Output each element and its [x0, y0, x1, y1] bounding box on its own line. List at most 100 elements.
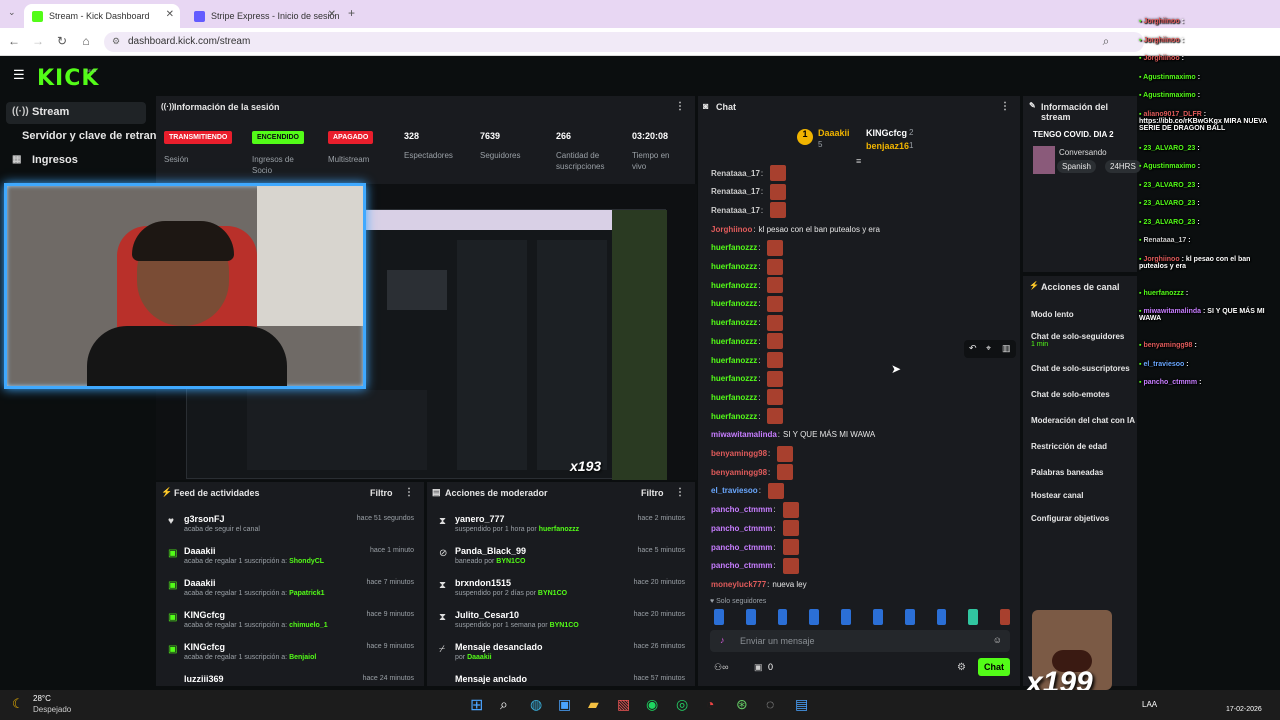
channel-action-item[interactable]: Chat de solo-suscriptores [1031, 364, 1137, 373]
chat-username[interactable]: miwawitamalinda [711, 430, 777, 439]
emote-icon[interactable] [936, 609, 947, 625]
site-info-icon[interactable]: ⚙ [112, 36, 120, 47]
channel-action-item[interactable]: Restricción de edad [1031, 442, 1137, 451]
chat-username[interactable]: huerfanozzz [711, 299, 757, 308]
tab-kick-dashboard[interactable]: Stream - Kick Dashboard ✕ [24, 4, 180, 28]
expand-icon[interactable]: ≡ [856, 156, 861, 166]
emote-icon[interactable] [745, 609, 756, 625]
emote-icon[interactable] [777, 609, 788, 625]
filter-button[interactable]: Filtro [641, 488, 664, 498]
channel-action-item[interactable]: Configurar objetivos [1031, 514, 1137, 523]
feed-user[interactable]: Daaakii [184, 578, 216, 588]
chrome-icon[interactable]: ◔ [706, 696, 714, 712]
channel-action-item[interactable]: Palabras baneadas [1031, 468, 1137, 477]
chat-username[interactable]: Renataaa_17 [711, 187, 760, 196]
weather-temp[interactable]: 28°C [33, 694, 51, 703]
chat-username[interactable]: moneyluck777 [711, 580, 766, 589]
taskbar-date[interactable]: 17-02-2026 [1226, 706, 1262, 713]
close-tab-icon[interactable]: ✕ [328, 9, 336, 20]
feed-user[interactable]: KINGcfcg [184, 610, 225, 620]
gift-icon[interactable]: ▣ [754, 662, 763, 673]
chat-username[interactable]: huerfanozzz [711, 318, 757, 327]
mod-target-user[interactable]: Panda_Black_99 [455, 546, 526, 556]
send-chat-button[interactable]: Chat [978, 658, 1010, 676]
chat-username[interactable]: huerfanozzz [711, 393, 757, 402]
edge-icon[interactable]: ◍ [530, 696, 542, 713]
spotify-icon[interactable]: ◉ [646, 696, 658, 713]
chat-username[interactable]: benyamingg98 [711, 468, 767, 477]
close-tab-icon[interactable]: ✕ [166, 9, 174, 20]
chat-username[interactable]: huerfanozzz [711, 374, 757, 383]
chat-username[interactable]: huerfanozzz [711, 412, 757, 421]
tab-list-chevron-icon[interactable]: ⌄ [8, 7, 16, 18]
top-gifter-name[interactable]: benjaaz16 [866, 141, 909, 151]
emote-icon[interactable] [841, 609, 851, 625]
more-options-icon[interactable]: ⋮ [675, 101, 685, 112]
sidebar-item-stream[interactable]: ((·)) Stream [6, 102, 146, 124]
chat-input[interactable]: ♪ Enviar un mensaje ☺ [710, 630, 1010, 652]
chat-username[interactable]: benyamingg98 [711, 449, 767, 458]
folder-icon[interactable]: ▰ [588, 696, 599, 713]
sidebar-item-revenue[interactable]: ▦ Ingresos [6, 150, 146, 172]
app-icon[interactable]: ▧ [617, 696, 630, 713]
more-options-icon[interactable]: ⋮ [1000, 101, 1010, 112]
feed-user[interactable]: KINGcfcg [184, 642, 225, 652]
search-icon[interactable]: ⌕ [500, 696, 508, 713]
more-options-icon[interactable]: ⋮ [404, 487, 414, 498]
url-input[interactable]: ⚙ dashboard.kick.com/stream [104, 32, 1144, 52]
chat-username[interactable]: Renataaa_17 [711, 206, 760, 215]
chat-username[interactable]: Renataaa_17 [711, 169, 760, 178]
emoji-icon[interactable]: ☺ [993, 635, 1002, 645]
channel-action-item[interactable]: Chat de solo-seguidores 1 min [1031, 332, 1137, 348]
emote-icon[interactable] [809, 609, 820, 625]
home-icon[interactable]: ⌂ [78, 34, 94, 48]
points-icon[interactable]: ⚇∞ [714, 662, 728, 673]
emote-icon[interactable] [904, 609, 915, 625]
notepad-icon[interactable]: ▤ [795, 696, 808, 713]
start-icon[interactable]: ⊞ [470, 695, 483, 715]
settings-icon[interactable]: ⚙ [957, 662, 966, 673]
pin-icon[interactable]: ⌖ [986, 343, 991, 354]
chat-username[interactable]: huerfanozzz [711, 356, 757, 365]
filter-button[interactable]: Filtro [370, 488, 393, 498]
tab-stripe[interactable]: Stripe Express - Inicio de sesión ✕ [186, 4, 342, 28]
channel-action-item[interactable]: Modo lento [1031, 310, 1137, 319]
chat-username[interactable]: pancho_ctmmm [711, 505, 772, 514]
delete-icon[interactable]: ▥ [1002, 343, 1011, 354]
chat-username[interactable]: huerfanozzz [711, 262, 757, 271]
mod-target-user[interactable]: brxndon1515 [455, 578, 511, 588]
reload-icon[interactable]: ↻ [54, 34, 70, 48]
chat-username[interactable]: huerfanozzz [711, 337, 757, 346]
new-tab-icon[interactable]: + [348, 6, 355, 20]
channel-action-item[interactable]: Hostear canal [1031, 491, 1137, 500]
mod-target-user[interactable]: yanero_777 [455, 514, 505, 524]
top-gifter-name[interactable]: Daaakii [818, 128, 850, 138]
more-options-icon[interactable]: ⋮ [675, 487, 685, 498]
zoom-icon[interactable]: ⌕ [1098, 34, 1114, 49]
feed-user[interactable]: luzziii369 [184, 674, 224, 684]
feed-user[interactable]: g3rsonFJ [184, 514, 225, 524]
store-icon[interactable]: ▣ [558, 696, 571, 713]
channel-action-item[interactable]: Chat de solo-emotes [1031, 390, 1137, 399]
chat-username[interactable]: pancho_ctmmm [711, 543, 772, 552]
chat-username[interactable]: el_traviesoo [711, 486, 758, 495]
sidebar-item-server-key[interactable]: Servidor y clave de retransmisión [6, 126, 156, 148]
mic-icon[interactable]: ♪ [720, 635, 725, 645]
emote-icon[interactable] [968, 609, 979, 625]
feed-user[interactable]: Daaakii [184, 546, 216, 556]
chat-username[interactable]: Jorghiinoo [711, 225, 752, 234]
channel-action-item[interactable]: Moderación del chat con IA [1031, 416, 1137, 425]
chat-username[interactable]: pancho_ctmmm [711, 524, 772, 533]
chat-username[interactable]: pancho_ctmmm [711, 561, 772, 570]
reply-icon[interactable]: ↶ [969, 343, 977, 354]
emote-icon[interactable] [714, 609, 724, 625]
chat-username[interactable]: huerfanozzz [711, 281, 757, 290]
xbox-icon[interactable]: ⊛ [736, 696, 748, 713]
mod-target-user[interactable]: Julito_Cesar10 [455, 610, 519, 620]
obs-icon[interactable]: ◌ [766, 696, 774, 712]
emote-icon[interactable] [1000, 609, 1010, 625]
chat-username[interactable]: huerfanozzz [711, 243, 757, 252]
forward-icon[interactable]: → [30, 34, 46, 48]
language-indicator[interactable]: LAA [1142, 700, 1157, 709]
top-gifter-name[interactable]: KINGcfcg [866, 128, 907, 138]
